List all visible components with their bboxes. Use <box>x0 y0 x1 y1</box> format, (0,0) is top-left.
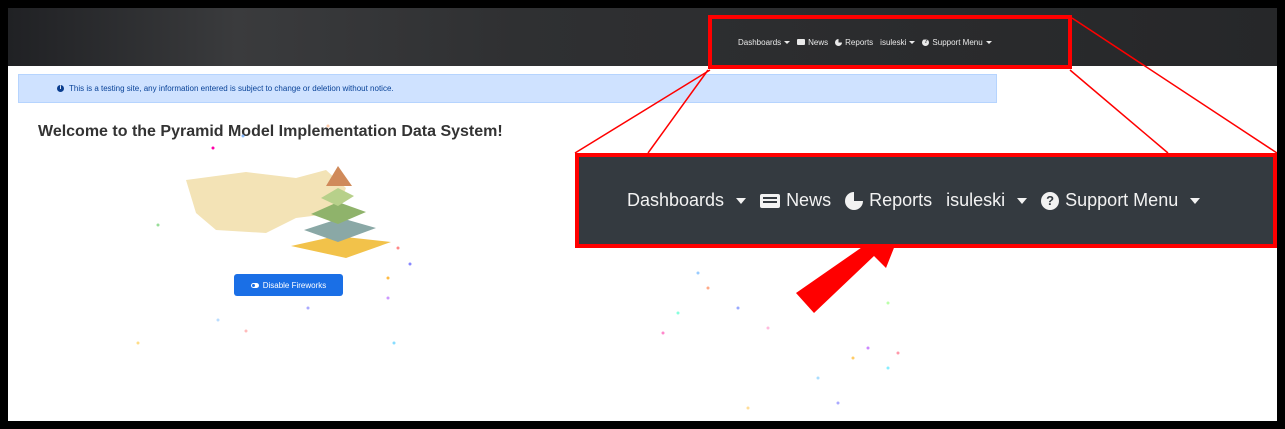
nav-reports-label: Reports <box>869 190 933 210</box>
nav-dashboards[interactable]: Dashboards <box>627 190 747 211</box>
nav-news[interactable]: News <box>760 190 831 211</box>
nav-support-label: Support Menu <box>1065 190 1179 210</box>
nav-dashboards-label: Dashboards <box>627 190 725 210</box>
zoom-connector-right <box>1071 17 1277 154</box>
nav-reports[interactable]: Reports <box>845 190 932 211</box>
pie-chart-icon <box>845 191 864 210</box>
news-icon <box>760 193 781 208</box>
nav-user[interactable]: isuleski <box>946 190 1028 211</box>
zoom-connector-left-inner <box>647 69 709 154</box>
question-circle-icon: ? <box>1041 191 1060 210</box>
nav-support[interactable]: ? Support Menu <box>1041 190 1201 211</box>
caret-down-icon <box>736 197 747 204</box>
caret-down-icon <box>1017 197 1028 204</box>
zoom-connector-right-inner <box>1069 69 1169 154</box>
nav-news-label: News <box>786 190 832 210</box>
nav-user-label: isuleski <box>946 190 1006 210</box>
zoomed-navbar: Dashboards News Reports isuleski ? Suppor… <box>575 153 1277 248</box>
zoom-connector-left <box>574 69 711 154</box>
screenshot-frame: Dashboards News Reports isuleski ? Suppor… <box>8 8 1277 421</box>
caret-down-icon <box>1190 197 1201 204</box>
